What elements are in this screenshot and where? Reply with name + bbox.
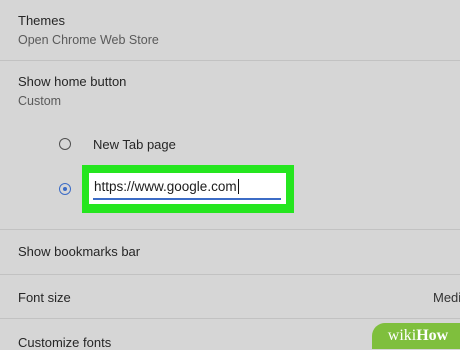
home-url-input[interactable]: https://www.google.com [89,173,286,204]
wikihow-watermark: wiki How [372,323,460,349]
themes-link[interactable]: Open Chrome Web Store [18,33,159,47]
divider [0,318,460,319]
home-button-value: Custom [18,94,62,108]
new-tab-option-label[interactable]: New Tab page [93,137,176,152]
watermark-prefix: wiki [387,327,417,344]
watermark-suffix: How [416,327,449,344]
customize-fonts-label[interactable]: Customize fonts [18,335,111,350]
divider [0,60,460,61]
input-underline [93,198,281,200]
radio-new-tab[interactable] [59,138,71,150]
divider [0,229,460,230]
font-size-select[interactable]: Medi [433,290,460,305]
show-home-button-label[interactable]: Show home button [18,74,126,89]
show-bookmarks-bar-label[interactable]: Show bookmarks bar [18,244,140,259]
text-caret [237,179,239,194]
divider [0,274,460,275]
themes-label: Themes [18,13,65,28]
font-size-label: Font size [18,290,71,305]
home-url-text: https://www.google.com [94,179,237,194]
radio-custom-url[interactable] [59,183,71,195]
